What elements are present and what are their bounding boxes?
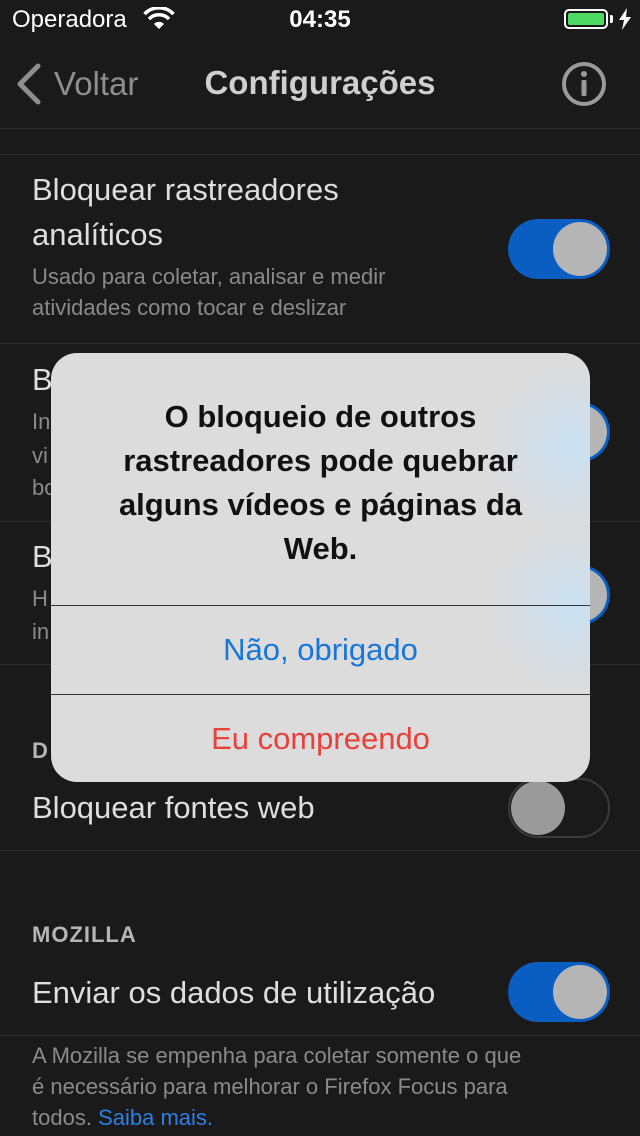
setting-desc-partial: H — [32, 586, 48, 611]
alert-message: O bloqueio de outros rastreadores pode q… — [81, 395, 560, 571]
footer-line: é necessário para melhorar o Firefox Foc… — [32, 1074, 508, 1099]
divider — [0, 154, 640, 155]
setting-title-partial: B — [32, 539, 53, 574]
page-title: Configurações — [204, 64, 436, 101]
setting-title: Bloquear fontes web — [32, 790, 315, 825]
web-fonts-toggle[interactable] — [508, 778, 610, 838]
navigation-bar: Voltar Configurações — [0, 40, 640, 129]
alert-message-line: alguns vídeos e páginas da — [118, 487, 523, 522]
setting-title: Enviar os dados de utilização — [32, 975, 436, 1010]
divider — [0, 1035, 640, 1036]
section-header-partial: D — [32, 738, 49, 763]
setting-description-cont: atividades como tocar e deslizar — [32, 295, 347, 320]
footer-line-prefix: todos. — [32, 1105, 92, 1130]
status-bar: Operadora 04:35 — [0, 0, 640, 40]
usage-data-toggle[interactable] — [508, 962, 610, 1022]
footer-line: A Mozilla se empenha para coletar soment… — [32, 1043, 522, 1068]
divider — [0, 343, 640, 344]
setting-desc-partial: In — [32, 409, 51, 434]
info-icon[interactable] — [561, 61, 607, 107]
setting-desc-partial: vi — [32, 443, 48, 468]
status-time: 04:35 — [289, 6, 351, 33]
setting-title-cont: analíticos — [32, 217, 163, 252]
divider — [0, 850, 640, 851]
alert-message-line: rastreadores pode quebrar — [123, 443, 518, 478]
learn-more-link[interactable]: Saiba mais. — [98, 1105, 213, 1130]
alert-message-line: Web. — [283, 531, 358, 566]
footer-line: todos. Saiba mais. — [32, 1102, 612, 1133]
battery-cap — [610, 15, 613, 23]
setting-title: Bloquear rastreadores — [32, 172, 339, 207]
no-thanks-button[interactable]: Não, obrigado — [51, 606, 590, 694]
i-understand-button[interactable]: Eu compreendo — [51, 695, 590, 782]
section-header-mozilla: MOZILLA — [32, 922, 137, 947]
setting-title-partial: B — [32, 362, 53, 397]
analytics-toggle[interactable] — [508, 219, 610, 279]
alert-dialog: O bloqueio de outros rastreadores pode q… — [51, 353, 590, 782]
setting-desc-partial: in — [32, 619, 50, 644]
alert-message-line: O bloqueio de outros — [164, 399, 477, 434]
footer-text: A Mozilla se empenha para coletar soment… — [32, 1040, 612, 1133]
charging-bolt-icon — [619, 8, 631, 30]
battery-icon — [564, 9, 608, 29]
setting-description: Usado para coletar, analisar e medir — [32, 264, 386, 289]
